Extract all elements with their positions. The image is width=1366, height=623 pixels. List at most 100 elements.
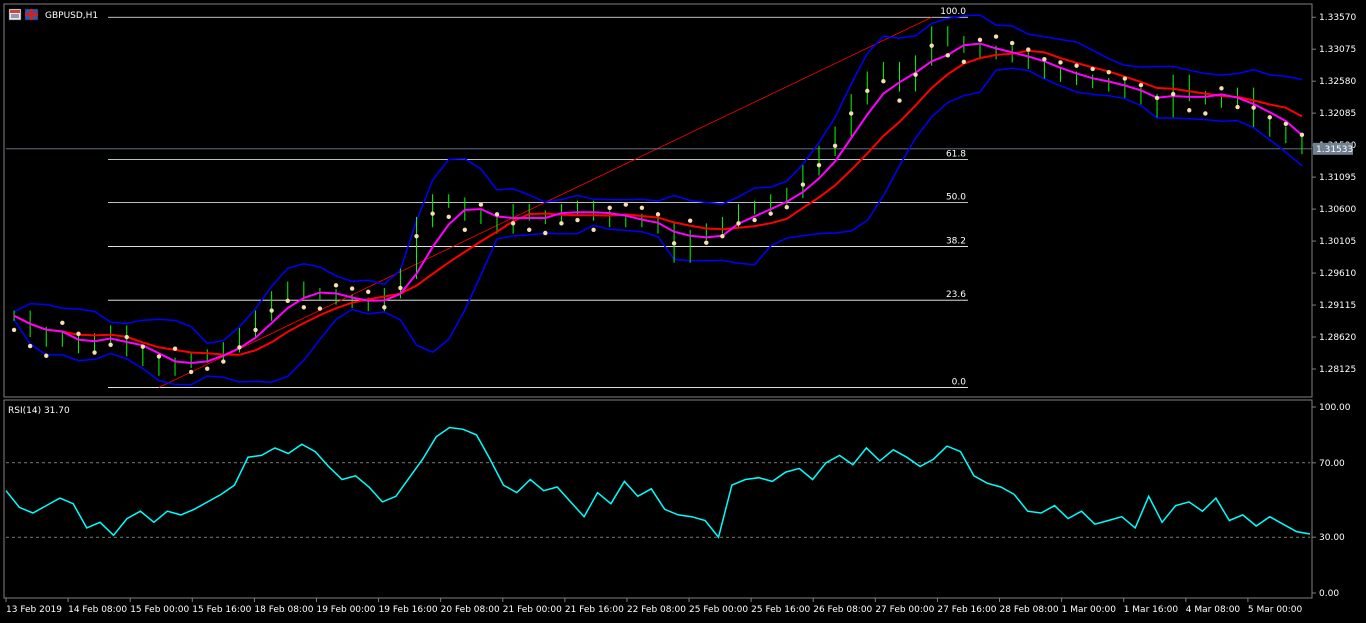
parabolic-sar-dot bbox=[704, 240, 709, 245]
time-axis-label: 15 Feb 00:00 bbox=[130, 605, 189, 615]
parabolic-sar-dot bbox=[865, 88, 870, 94]
price-axis-label: 1.32085 bbox=[1319, 109, 1356, 119]
parabolic-sar-dot bbox=[1219, 86, 1224, 91]
time-axis-label: 27 Feb 16:00 bbox=[937, 605, 996, 615]
time-axis-label: 14 Feb 08:00 bbox=[68, 605, 127, 615]
time-axis-label: 20 Feb 08:00 bbox=[441, 605, 500, 615]
time-axis-label: 21 Feb 16:00 bbox=[565, 605, 624, 615]
price-axis-label: 1.31095 bbox=[1319, 173, 1356, 183]
parabolic-sar-dot bbox=[1042, 57, 1047, 62]
time-axis-label: 18 Feb 08:00 bbox=[254, 605, 313, 615]
time-axis-label: 13 Feb 2019 bbox=[6, 605, 62, 615]
time-axis-label: 1 Mar 00:00 bbox=[1062, 605, 1117, 615]
parabolic-sar-dot bbox=[156, 354, 162, 359]
parabolic-sar-dot bbox=[44, 353, 49, 358]
bollinger-upper-band bbox=[13, 14, 1303, 345]
parabolic-sar-dot bbox=[977, 37, 983, 43]
parabolic-sar-dot bbox=[1009, 40, 1015, 46]
parabolic-sar-dot bbox=[1138, 82, 1144, 88]
parabolic-sar-dot bbox=[897, 98, 902, 103]
fib-level-label: 0.0 bbox=[952, 377, 967, 387]
parabolic-sar-dot bbox=[832, 143, 838, 148]
parabolic-sar-dot bbox=[188, 369, 194, 375]
rsi-line bbox=[5, 426, 1311, 539]
parabolic-sar-dot bbox=[543, 230, 548, 236]
rsi-label: RSI(14) 31.70 bbox=[8, 406, 70, 416]
parabolic-sar-dot bbox=[607, 205, 612, 211]
parabolic-sar-dot bbox=[575, 217, 580, 223]
axes: 1.335701.330751.325801.320851.315901.310… bbox=[5, 13, 1356, 615]
rsi-chart bbox=[5, 426, 1311, 539]
parabolic-sar-dot bbox=[92, 350, 97, 355]
parabolic-sar-dot bbox=[11, 327, 17, 333]
parabolic-sar-dot bbox=[768, 211, 773, 216]
price-axis-label: 1.28125 bbox=[1319, 365, 1356, 375]
parabolic-sar-dot bbox=[382, 305, 387, 310]
parabolic-sar-dot bbox=[1251, 105, 1256, 110]
chart-window[interactable]: GBPUSD,H1 RSI(14) 31.70 100.061.850.038.… bbox=[0, 0, 1366, 623]
parabolic-sar-dot bbox=[494, 212, 500, 217]
price-axis-label: 1.33570 bbox=[1319, 13, 1356, 23]
parabolic-sar-dot bbox=[462, 227, 468, 232]
time-axis-label: 28 Feb 08:00 bbox=[1000, 605, 1059, 615]
parabolic-sar-dot bbox=[301, 305, 307, 310]
time-axis-label: 15 Feb 16:00 bbox=[192, 605, 251, 615]
parabolic-sar-dot bbox=[1170, 91, 1176, 97]
rsi-axis-label: 70.00 bbox=[1319, 459, 1345, 469]
parabolic-sar-dot bbox=[1203, 111, 1208, 116]
parabolic-sar-dot bbox=[398, 285, 403, 291]
time-axis-label: 4 Mar 08:00 bbox=[1186, 605, 1241, 615]
price-axis-label: 1.29610 bbox=[1319, 269, 1356, 279]
chart-window-icon bbox=[8, 8, 22, 21]
parabolic-sar-dot bbox=[317, 306, 323, 311]
parabolic-sar-dot bbox=[655, 212, 661, 217]
rsi-axis-label: 30.00 bbox=[1319, 533, 1345, 543]
price-axis-label: 1.28620 bbox=[1319, 333, 1356, 343]
parabolic-sar-dot bbox=[1187, 108, 1192, 113]
parabolic-sar-dot bbox=[993, 34, 999, 39]
parabolic-sar-dot bbox=[1090, 66, 1095, 72]
rsi-axis-label: 100.00 bbox=[1319, 403, 1351, 413]
symbol-label: GBPUSD,H1 bbox=[45, 11, 98, 21]
parabolic-sar-dot bbox=[1235, 104, 1240, 110]
parabolic-sar-dot bbox=[221, 359, 226, 364]
parabolic-sar-dot bbox=[446, 214, 451, 220]
parabolic-sar-dot bbox=[269, 308, 274, 313]
parabolic-sar-dot bbox=[623, 202, 629, 207]
parabolic-sar-dot bbox=[1283, 121, 1289, 127]
time-axis-label: 19 Feb 00:00 bbox=[316, 605, 375, 615]
time-axis-label: 25 Feb 00:00 bbox=[689, 605, 748, 615]
parabolic-sar-dot bbox=[671, 241, 677, 246]
parabolic-sar-dot bbox=[816, 162, 822, 168]
parabolic-sar-dot bbox=[881, 78, 886, 84]
parabolic-sar-dot bbox=[1267, 115, 1272, 120]
parabolic-sar-dot bbox=[349, 286, 355, 291]
parabolic-sar-dot bbox=[510, 221, 516, 226]
parabolic-sar-dot bbox=[237, 345, 242, 350]
parabolic-sar-dot bbox=[124, 334, 129, 340]
time-axis-label: 5 Mar 00:00 bbox=[1248, 605, 1303, 615]
parabolic-sar-dot bbox=[639, 205, 645, 211]
parabolic-sar-dot bbox=[430, 211, 435, 216]
fib-level-label: 61.8 bbox=[946, 149, 966, 159]
fib-level-label: 50.0 bbox=[946, 193, 966, 203]
parabolic-sar-dot bbox=[478, 202, 484, 207]
parabolic-sar-dot bbox=[559, 221, 564, 226]
price-axis-label: 1.30600 bbox=[1319, 205, 1356, 215]
time-axis-label: 1 Mar 16:00 bbox=[1124, 605, 1179, 615]
price-axis-label: 1.32580 bbox=[1319, 77, 1356, 87]
parabolic-sar-dot bbox=[140, 344, 146, 349]
symbol-flag-icon bbox=[24, 8, 39, 21]
parabolic-sar-dot bbox=[527, 227, 532, 232]
parabolic-sar-dot bbox=[687, 218, 693, 223]
parabolic-sar-dot bbox=[1058, 60, 1063, 65]
parabolic-sar-dot bbox=[1122, 76, 1128, 81]
time-axis-label: 19 Feb 16:00 bbox=[379, 605, 438, 615]
price-chart: 100.061.850.038.223.60.0 bbox=[6, 7, 1312, 388]
parabolic-sar-dot bbox=[1154, 95, 1160, 101]
parabolic-sar-dot bbox=[929, 43, 934, 48]
time-axis-label: 22 Feb 08:00 bbox=[627, 605, 686, 615]
current-price-label: 1.31533 bbox=[1316, 145, 1353, 155]
parabolic-sar-dot bbox=[333, 283, 339, 288]
fib-level-label: 38.2 bbox=[946, 237, 966, 247]
